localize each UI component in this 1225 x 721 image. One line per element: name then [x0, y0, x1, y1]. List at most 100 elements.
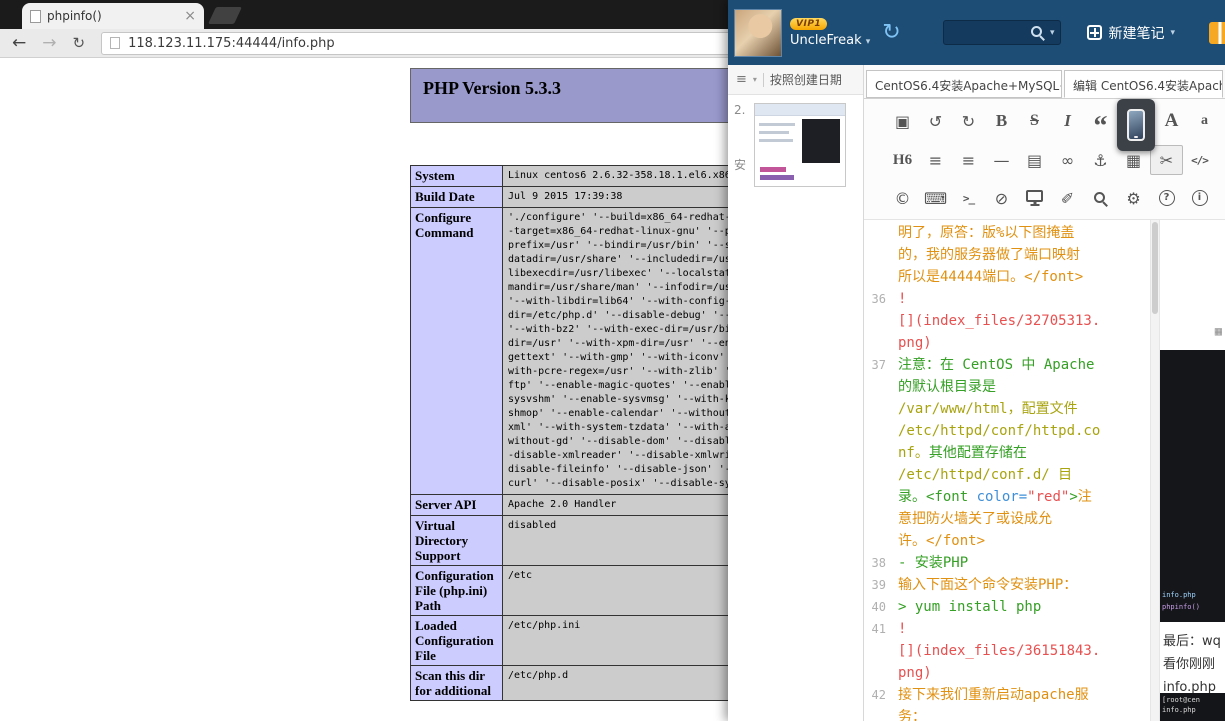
- editor-line[interactable]: 所以是44444端口。</font>: [864, 266, 1150, 288]
- monitor-icon[interactable]: [1018, 179, 1051, 217]
- bullet-list-icon[interactable]: ≡: [919, 141, 952, 179]
- hide-preview-icon[interactable]: ⊘: [985, 179, 1018, 217]
- cut-icon: ✂: [1160, 151, 1173, 170]
- search-box[interactable]: ▾: [943, 20, 1061, 45]
- code-icon: </>: [1191, 154, 1208, 167]
- editor-line[interactable]: 明了，原答：版%以下图掩盖: [864, 222, 1150, 244]
- redo-icon[interactable]: ↻: [952, 101, 985, 141]
- terminal-text: info.php: [1162, 706, 1196, 715]
- editor-line[interactable]: 的，我的服务器做了端口映射: [864, 244, 1150, 266]
- editor-line[interactable]: png): [864, 662, 1150, 684]
- preview-image[interactable]: info.php phpinfo(): [1160, 350, 1225, 622]
- chevron-down-icon[interactable]: ▾: [1170, 28, 1175, 38]
- user-menu[interactable]: VIP1 UncleFreak ▾: [790, 18, 870, 48]
- editor-line[interactable]: [](index_files/36151843.: [864, 640, 1150, 662]
- keyboard-icon[interactable]: ⌨: [919, 179, 952, 217]
- editor-line[interactable]: 36!: [864, 288, 1150, 310]
- editor-line[interactable]: /var/www/html，配置文件: [864, 398, 1150, 420]
- horizontal-rule-icon[interactable]: —: [985, 141, 1018, 179]
- numbered-list-icon[interactable]: ≡: [952, 141, 985, 179]
- terminal-icon[interactable]: >_: [952, 179, 985, 217]
- strikethrough-icon[interactable]: S: [1018, 101, 1051, 141]
- editor-lines[interactable]: 明了，原答：版%以下图掩盖的，我的服务器做了端口映射所以是44444端口。</f…: [864, 220, 1150, 721]
- editor-line[interactable]: /etc/httpd/conf.d/ 目: [864, 464, 1150, 486]
- line-number: [864, 662, 894, 684]
- editor-line[interactable]: nf。其他配置存储在: [864, 442, 1150, 464]
- vip-badge: VIP1: [790, 18, 827, 30]
- editor-line[interactable]: 意把防火墙关了或设成允: [864, 508, 1150, 530]
- sort-order-label[interactable]: 按照创建日期: [770, 71, 842, 88]
- undo-icon[interactable]: ↺: [919, 101, 952, 141]
- save-icon[interactable]: ▣: [886, 101, 919, 141]
- quote-icon[interactable]: “: [1084, 101, 1117, 141]
- search-icon[interactable]: [1084, 179, 1117, 217]
- search-input[interactable]: [950, 26, 1024, 40]
- horizontal-rule-icon: —: [994, 151, 1010, 170]
- editor-line[interactable]: 42接下来我们重新启动apache服: [864, 684, 1150, 706]
- line-number: 36: [864, 288, 894, 310]
- sync-icon[interactable]: ↻: [882, 22, 900, 44]
- editor-line[interactable]: /etc/httpd/conf/httpd.co: [864, 420, 1150, 442]
- editor-line[interactable]: 务：: [864, 706, 1150, 721]
- copyright-icon[interactable]: ©: [886, 179, 919, 217]
- link-icon: ∞: [1061, 151, 1074, 170]
- back-icon[interactable]: ←: [12, 35, 26, 52]
- editor-line[interactable]: 录。<font color="red">注: [864, 486, 1150, 508]
- editor-line[interactable]: 38- 安装PHP: [864, 552, 1150, 574]
- note-list-item[interactable]: 2. 安: [728, 95, 863, 195]
- link-icon[interactable]: ∞: [1051, 141, 1084, 179]
- terminal-icon: >_: [963, 192, 974, 205]
- help-icon[interactable]: ?: [1150, 179, 1183, 217]
- avatar[interactable]: [734, 9, 782, 57]
- phone-preview-icon[interactable]: [1117, 99, 1155, 151]
- grid-icon[interactable]: ▦: [1215, 320, 1222, 342]
- editor-line[interactable]: 41!: [864, 618, 1150, 640]
- copyright-icon: ©: [895, 189, 911, 208]
- anchor-icon[interactable]: ⚓: [1084, 141, 1117, 179]
- editor-line[interactable]: 许。</font>: [864, 530, 1150, 552]
- line-number: [864, 442, 894, 464]
- font-size-large-icon[interactable]: A: [1155, 101, 1188, 141]
- settings-icon[interactable]: ⚙: [1117, 179, 1150, 217]
- cut-icon[interactable]: ✂: [1150, 145, 1183, 175]
- terminal-text: [root@cen: [1162, 696, 1200, 705]
- note-tab-label: CentOS6.4安装Apache+MySQL+...: [875, 79, 1062, 93]
- chevron-down-icon[interactable]: ▾: [753, 75, 757, 84]
- font-size-small-icon[interactable]: a: [1188, 101, 1221, 141]
- reload-icon[interactable]: ↻: [73, 35, 86, 52]
- preview-image[interactable]: [root@cen info.php: [1160, 693, 1225, 721]
- note-tab[interactable]: CentOS6.4安装Apache+MySQL+...: [866, 70, 1062, 98]
- chevron-down-icon[interactable]: ▾: [1050, 28, 1055, 38]
- editor-toolbar-row: © ⌨ >_ ⊘ ✐ ⚙? i: [886, 179, 1221, 217]
- note-tab-edit[interactable]: 编辑 CentOS6.4安装Apache+MySQL...: [1064, 70, 1223, 98]
- editor-toolbar-row: ▣↺↻BSI “ Aa: [886, 101, 1221, 141]
- bold-icon[interactable]: B: [985, 101, 1018, 141]
- new-tab-button[interactable]: [208, 7, 242, 24]
- new-note-label: 新建笔记: [1108, 23, 1164, 43]
- new-note-button[interactable]: 新建笔记 ▾: [1087, 23, 1175, 43]
- tab-close-icon[interactable]: ×: [184, 9, 196, 23]
- italic-icon: I: [1064, 111, 1071, 131]
- info-icon[interactable]: i: [1183, 179, 1216, 217]
- list-view-icon[interactable]: ≡: [736, 72, 747, 87]
- forward-icon[interactable]: →: [42, 35, 56, 52]
- paste-icon[interactable]: ▤: [1018, 141, 1051, 179]
- italic-icon[interactable]: I: [1051, 101, 1084, 141]
- browser-tab[interactable]: phpinfo() ×: [22, 3, 204, 29]
- editor-line[interactable]: 37注意：在 CentOS 中 Apache: [864, 354, 1150, 376]
- help-icon: ?: [1159, 190, 1175, 206]
- heading-icon[interactable]: H6: [886, 141, 919, 179]
- editor-line[interactable]: 的默认根目录是: [864, 376, 1150, 398]
- gift-icon[interactable]: [1209, 22, 1225, 44]
- code-icon[interactable]: </>: [1183, 141, 1216, 179]
- heading-icon: H6: [893, 152, 912, 169]
- editor-line[interactable]: [](index_files/32705313.: [864, 310, 1150, 332]
- editor-scrollbar[interactable]: [1150, 220, 1159, 721]
- editor-line[interactable]: png): [864, 332, 1150, 354]
- line-number: [864, 332, 894, 354]
- clean-format-icon: ✐: [1061, 189, 1074, 208]
- clean-format-icon[interactable]: ✐: [1051, 179, 1084, 217]
- editor-line[interactable]: 39输入下面这个命令安装PHP：: [864, 574, 1150, 596]
- editor-line[interactable]: 40> yum install php: [864, 596, 1150, 618]
- scrollbar-thumb[interactable]: [1152, 222, 1158, 314]
